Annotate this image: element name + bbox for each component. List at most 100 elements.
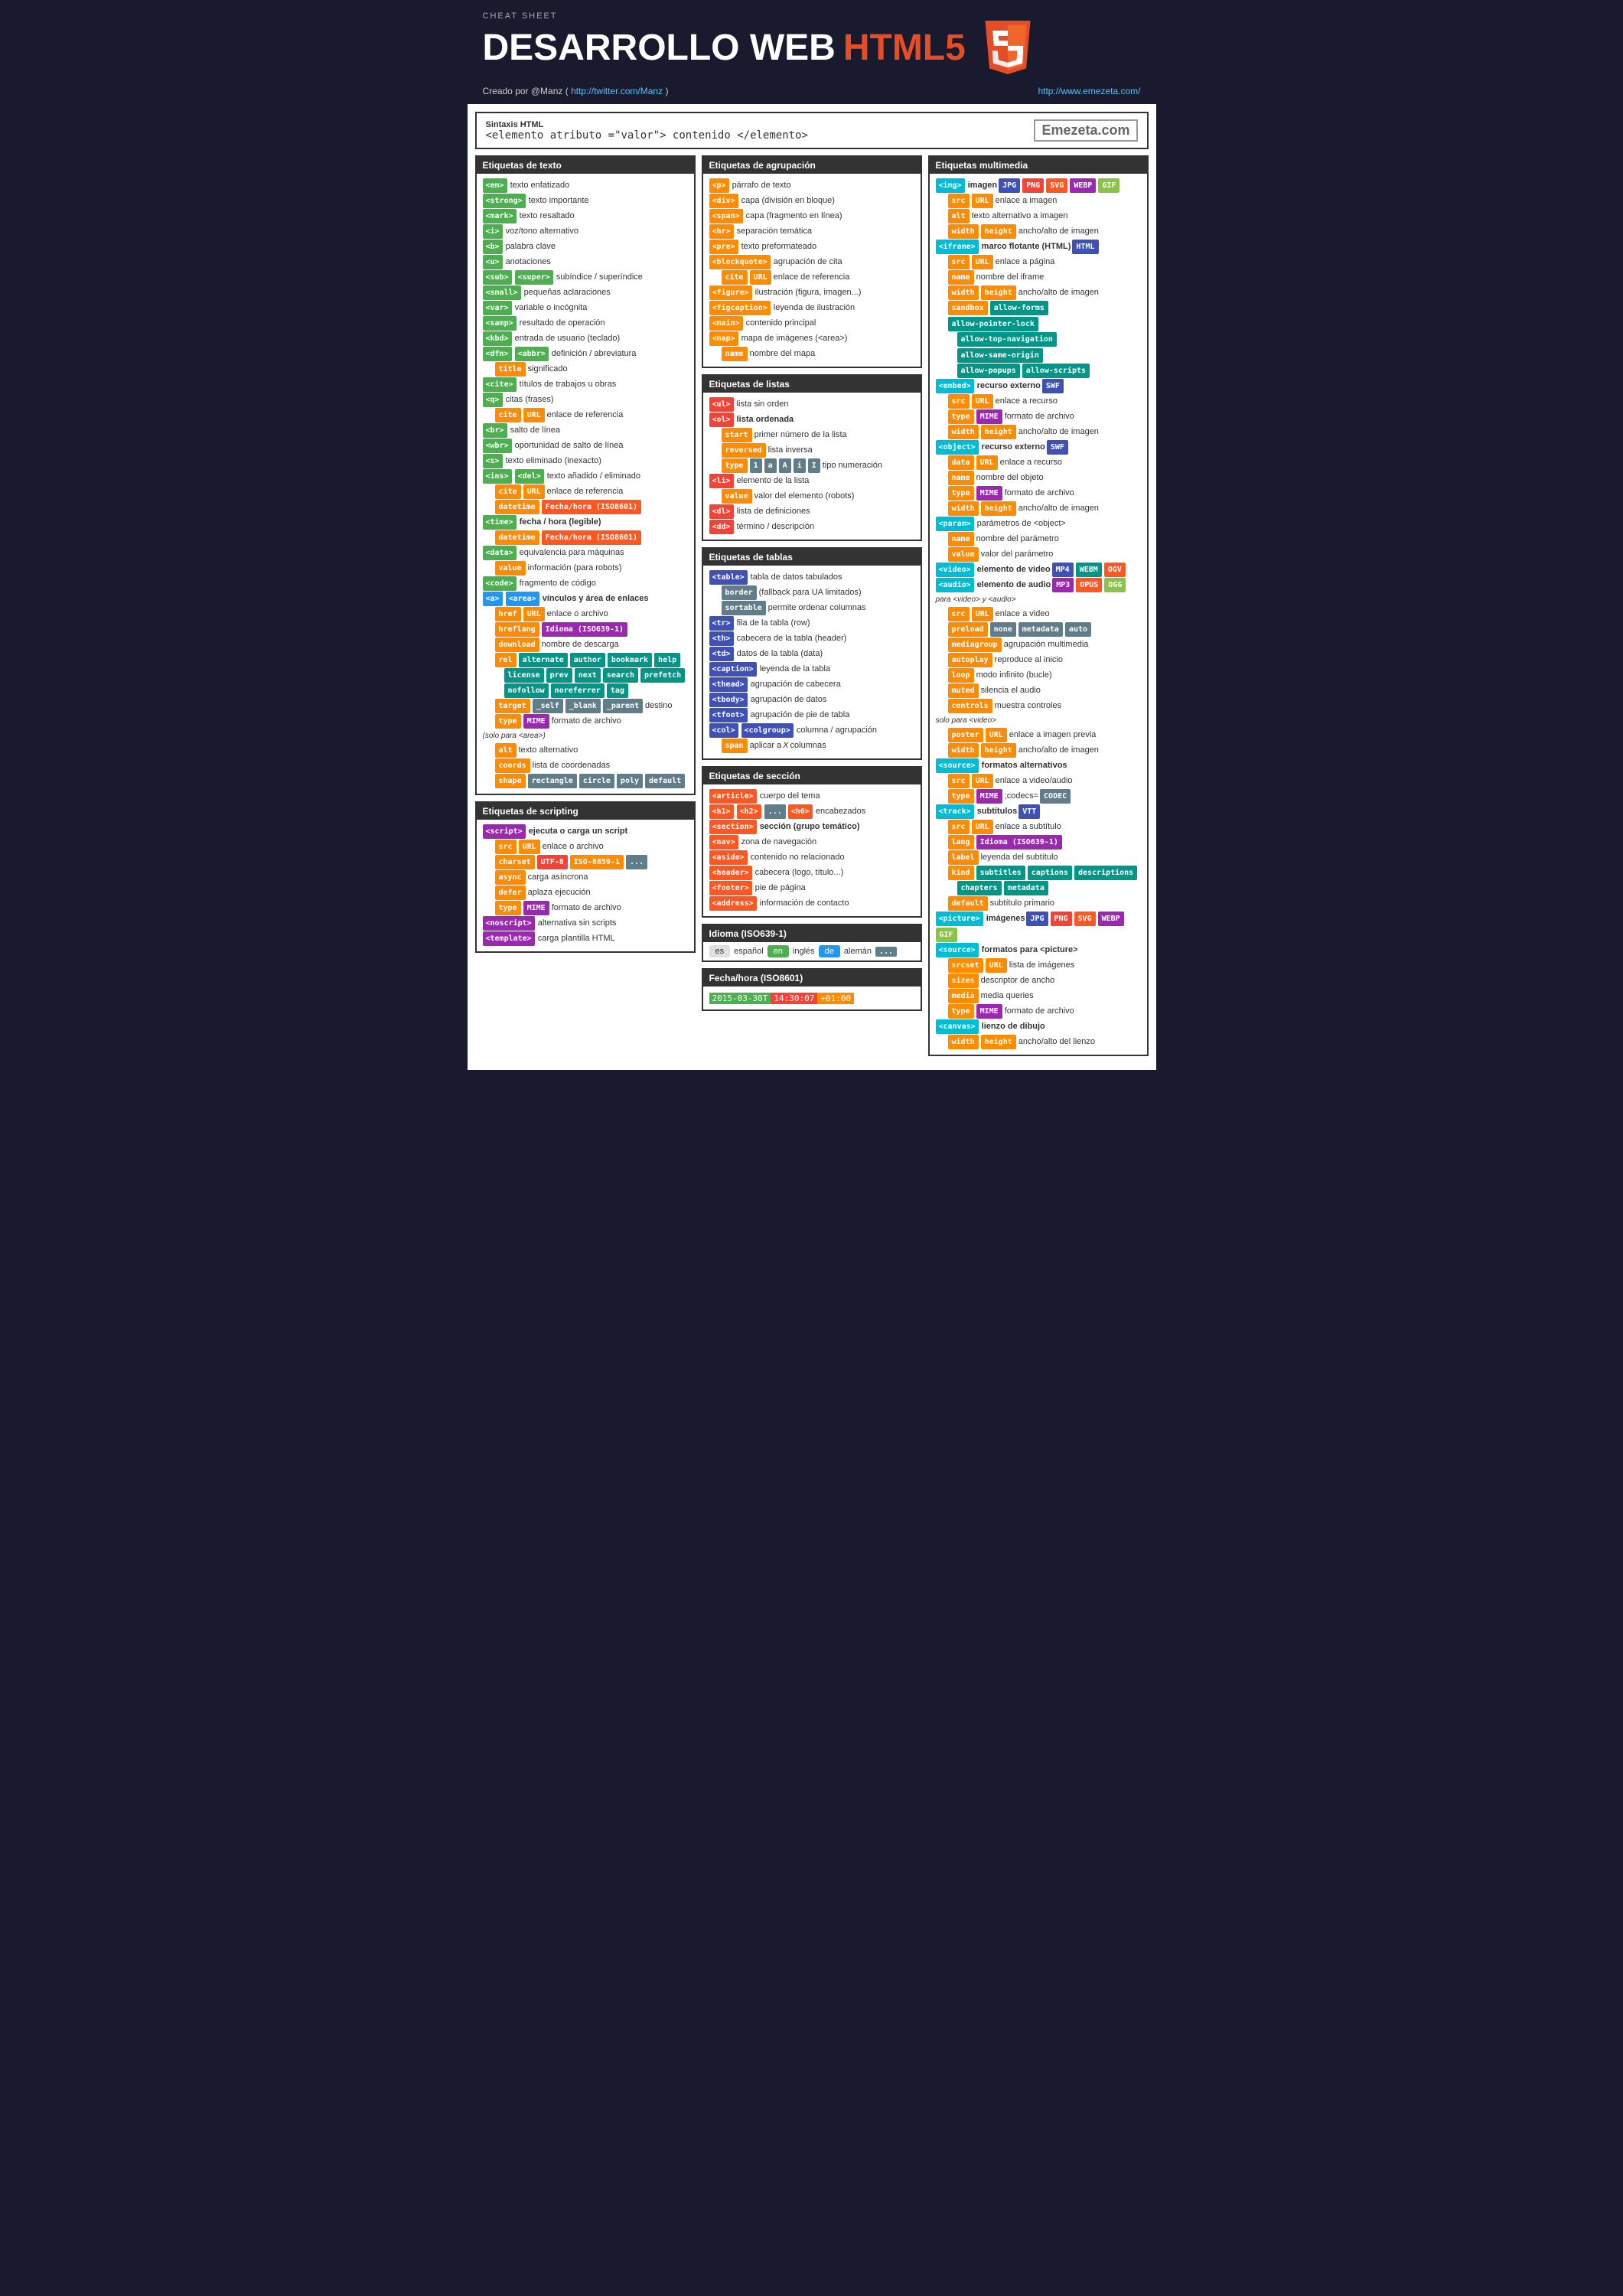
height-attr-if: height bbox=[981, 285, 1016, 300]
script-tag: <script> bbox=[483, 824, 526, 839]
area-tag: <area> bbox=[506, 592, 539, 606]
tbody-tag: <tbody> bbox=[709, 693, 748, 707]
mime-badge-em: MIME bbox=[976, 409, 1002, 424]
nav-tag: <nav> bbox=[709, 835, 738, 850]
idioma-badge-tr: Idioma (ISO639-1) bbox=[976, 835, 1062, 850]
list-item: <ol> lista ordenada bbox=[709, 413, 914, 427]
list-item: <noscript> alternativa sin scripts bbox=[483, 916, 688, 931]
list-item: <u> anotaciones bbox=[483, 255, 688, 269]
canvas-tag: <canvas> bbox=[936, 1019, 979, 1034]
header-subtitle: Creado por @Manz ( http://twitter.com/Ma… bbox=[468, 82, 1156, 104]
colgroup-tag: <colgroup> bbox=[741, 723, 794, 738]
scripting-tags-section: Etiquetas de scripting <script> ejecuta … bbox=[475, 801, 696, 953]
sandbox-attr: sandbox bbox=[948, 301, 988, 315]
more-lang: ... bbox=[875, 947, 897, 957]
website-link[interactable]: http://www.emezeta.com/ bbox=[1038, 86, 1140, 96]
list-item: sandbox allow-forms allow-pointer-lock bbox=[936, 301, 1141, 331]
auto-badge: auto bbox=[1065, 622, 1091, 637]
list-item: poster URL enlace a imagen previa bbox=[936, 728, 1141, 742]
multimedia-tags-section: Etiquetas multimedia <img> imagen JPG PN… bbox=[928, 155, 1149, 1056]
section-tags-header: Etiquetas de sección bbox=[703, 768, 921, 784]
list-item: license prev next search prefetch bbox=[483, 668, 688, 683]
table-tags-section: Etiquetas de tablas <table> tabla de dat… bbox=[702, 547, 922, 760]
col-tag: <col> bbox=[709, 723, 738, 738]
url-badge-ss: URL bbox=[986, 958, 1007, 973]
list-item: nofollow noreferrer tag bbox=[483, 683, 688, 698]
html5-logo-icon bbox=[981, 21, 1035, 74]
list-item: <strong> texto importante bbox=[483, 194, 688, 208]
controls-attr: controls bbox=[948, 699, 992, 713]
h2-tag: <h2> bbox=[737, 804, 761, 819]
list-item: name nombre del iframe bbox=[936, 270, 1141, 285]
width-attr-v: width bbox=[948, 743, 979, 758]
h1-tag: <h1> bbox=[709, 804, 734, 819]
alternate-badge: alternate bbox=[519, 653, 568, 667]
list-item: <tr> fila de la tabla (row) bbox=[709, 616, 914, 631]
type-attr-script: type bbox=[495, 901, 521, 915]
list-item: cite URL enlace de referencia bbox=[483, 408, 688, 422]
url-badge-g: URL bbox=[750, 270, 771, 285]
preload-attr: preload bbox=[948, 622, 988, 637]
list-item: value información (para robots) bbox=[483, 561, 688, 576]
idioma-badge: Idioma (ISO639-1) bbox=[542, 622, 627, 637]
grouping-tags-header: Etiquetas de agrupación bbox=[703, 157, 921, 174]
list-item: autoplay reproduce al inicio bbox=[936, 653, 1141, 667]
twitter-link[interactable]: http://twitter.com/Manz bbox=[571, 86, 663, 96]
more-badge: ... bbox=[626, 855, 647, 869]
strong-tag: <strong> bbox=[483, 194, 526, 208]
nofollow-badge: nofollow bbox=[504, 683, 549, 698]
ol-tag: <ol> bbox=[709, 413, 734, 427]
dfn-tag: <dfn> bbox=[483, 347, 512, 361]
idioma-header: Idioma (ISO639-1) bbox=[703, 925, 921, 942]
list-item: <script> ejecuta o carga un script bbox=[483, 824, 688, 839]
mp3-badge: MP3 bbox=[1052, 578, 1074, 592]
tfoot-tag: <tfoot> bbox=[709, 708, 748, 722]
syntax-box: Sintaxis HTML <elemento atributo ="valor… bbox=[475, 112, 1149, 149]
list-item: reversed lista inversa bbox=[709, 443, 914, 458]
hr-tag: <hr> bbox=[709, 224, 734, 239]
list-item: cite URL enlace de referencia bbox=[483, 484, 688, 499]
cite-tag: <cite> bbox=[483, 377, 517, 392]
list-item: <small> pequeñas aclaraciones bbox=[483, 285, 688, 300]
url-badge-s: URL bbox=[519, 840, 540, 854]
list-item: src URL enlace a imagen bbox=[936, 194, 1141, 208]
list-item: <footer> pie de página bbox=[709, 881, 914, 895]
width-attr-ob: width bbox=[948, 501, 979, 516]
list-item: width height ancho/alto del lienzo bbox=[936, 1035, 1141, 1049]
type-attr-ob: type bbox=[948, 486, 974, 501]
list-item: lang Idioma (ISO639-1) bbox=[936, 835, 1141, 850]
width-attr-c: width bbox=[948, 1035, 979, 1049]
samp-tag: <samp> bbox=[483, 316, 517, 331]
list-item: loop modo infinito (bucle) bbox=[936, 668, 1141, 683]
list-item: <audio> elemento de audio MP3 OPUS OGG bbox=[936, 578, 1141, 592]
none-badge: none bbox=[990, 622, 1016, 637]
list-item: alt texto alternativo bbox=[483, 743, 688, 758]
list-item: <video> elemento de video MP4 WEBM OGV bbox=[936, 563, 1141, 577]
list-item: <i> voz/tono alternativo bbox=[483, 224, 688, 239]
header: CHEAT SHEET DESARROLLO WEB HTML5 bbox=[468, 0, 1156, 82]
kind-attr: kind bbox=[948, 866, 974, 880]
alt-attr-img: alt bbox=[948, 209, 970, 223]
border-attr: border bbox=[722, 585, 757, 600]
opus-badge: OPUS bbox=[1076, 578, 1102, 592]
list-item: <th> cabecera de la tabla (header) bbox=[709, 631, 914, 646]
list-item: controls muestra controles bbox=[936, 699, 1141, 713]
name-attr-ob: name bbox=[948, 471, 974, 485]
th-tag: <th> bbox=[709, 631, 734, 646]
autoplay-attr: autoplay bbox=[948, 653, 992, 667]
fecha-header: Fecha/hora (ISO8601) bbox=[703, 970, 921, 987]
list-item: <span> capa (fragmento en línea) bbox=[709, 209, 914, 223]
descriptions-badge: descriptions bbox=[1074, 866, 1137, 880]
fecha-body: 2015-03-30T14:30:07+01:00 bbox=[703, 987, 921, 1009]
abbr-tag: <abbr> bbox=[515, 347, 549, 361]
pre-tag: <pre> bbox=[709, 240, 738, 254]
ogv-badge: OGV bbox=[1104, 563, 1126, 577]
aleman-label: alemán bbox=[844, 947, 872, 956]
dl-tag: <dl> bbox=[709, 504, 734, 519]
list-tags-body: <ul> lista sin orden <ol> lista ordenada… bbox=[703, 393, 921, 540]
src-attr-img: src bbox=[948, 194, 970, 208]
main-content: Sintaxis HTML <elemento atributo ="valor… bbox=[468, 104, 1156, 1070]
poster-attr: poster bbox=[948, 728, 983, 742]
webp-badge: WEBP bbox=[1070, 178, 1096, 193]
aside-tag: <aside> bbox=[709, 850, 748, 865]
